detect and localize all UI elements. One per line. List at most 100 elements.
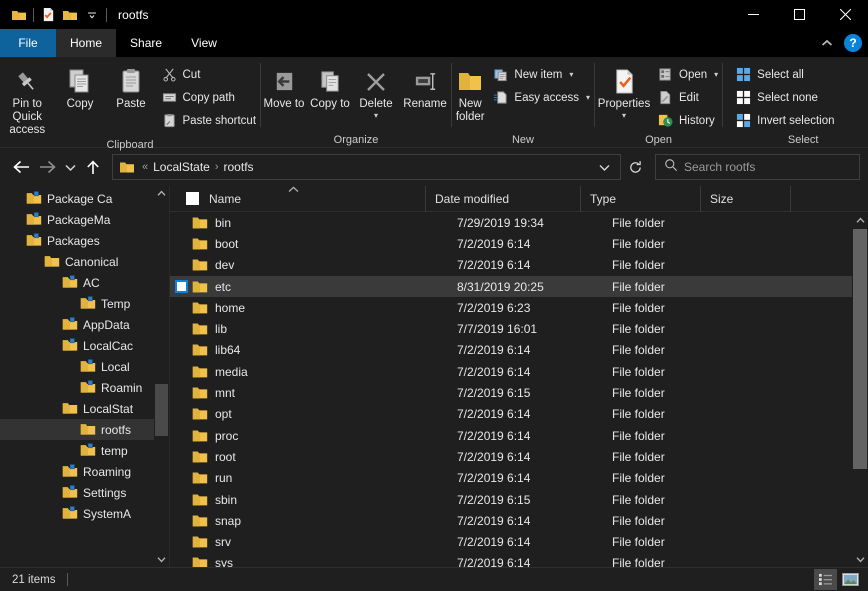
table-row[interactable]: media 7/2/2019 6:14 File folder — [170, 361, 852, 382]
pin-to-quick-access-button[interactable]: Pin to Quick access — [0, 61, 55, 137]
easy-access-caret-icon[interactable]: ▾ — [586, 93, 590, 102]
navigation-scrollbar[interactable] — [154, 186, 169, 567]
delete-caret-icon[interactable]: ▾ — [374, 112, 378, 120]
tree-item-appdata[interactable]: AppData — [0, 314, 169, 335]
back-button[interactable] — [8, 154, 34, 180]
select-none-button[interactable]: Select none — [731, 87, 838, 108]
tree-item-localcac[interactable]: LocalCac — [0, 335, 169, 356]
select-all-checkbox[interactable] — [186, 192, 199, 205]
open-button[interactable]: Open ▾ — [653, 64, 722, 85]
new-item-caret-icon[interactable]: ▾ — [569, 70, 573, 79]
properties-caret-icon[interactable]: ▾ — [622, 112, 626, 120]
tab-file[interactable]: File — [0, 29, 56, 57]
table-row[interactable]: bin 7/29/2019 19:34 File folder — [170, 212, 852, 233]
recent-locations-button[interactable] — [60, 154, 80, 180]
select-all-button[interactable]: Select all — [731, 64, 838, 85]
new-item-button[interactable]: New item ▾ — [488, 64, 594, 85]
properties-button[interactable]: Properties ▾ — [595, 61, 653, 120]
table-row[interactable]: lib 7/7/2019 16:01 File folder — [170, 318, 852, 339]
table-row[interactable]: dev 7/2/2019 6:14 File folder — [170, 255, 852, 276]
column-header-type[interactable]: Type — [581, 185, 701, 212]
column-header-name[interactable]: Name — [170, 185, 426, 212]
column-header-size[interactable]: Size — [701, 185, 791, 212]
breadcrumb-item-rootfs[interactable]: rootfs — [224, 160, 254, 174]
table-row[interactable]: snap 7/2/2019 6:14 File folder — [170, 510, 852, 531]
table-row[interactable]: run 7/2/2019 6:14 File folder — [170, 468, 852, 489]
file-list-scrollbar[interactable] — [852, 212, 868, 567]
tab-home[interactable]: Home — [56, 29, 117, 57]
copy-path-button[interactable]: Copy path — [157, 87, 261, 108]
column-header-date-modified[interactable]: Date modified — [426, 185, 581, 212]
copy-button[interactable]: Copy — [55, 61, 106, 111]
tree-item-package-ca[interactable]: Package Ca — [0, 188, 169, 209]
easy-access-button[interactable]: Easy access ▾ — [488, 87, 594, 108]
edit-button[interactable]: Edit — [653, 87, 722, 108]
tree-item-localstat[interactable]: LocalStat — [0, 398, 169, 419]
copy-to-button[interactable]: Copy to — [307, 61, 353, 111]
properties-icon[interactable] — [37, 4, 59, 26]
search-input[interactable]: Search rootfs — [684, 160, 755, 174]
rename-button[interactable]: Rename — [399, 61, 451, 111]
forward-button[interactable] — [34, 154, 60, 180]
folder-icon[interactable] — [8, 4, 30, 26]
table-row[interactable]: home 7/2/2019 6:23 File folder — [170, 297, 852, 318]
large-icons-view-button[interactable] — [839, 569, 862, 590]
list-scroll-down-icon[interactable] — [852, 551, 868, 567]
row-checkbox[interactable] — [170, 280, 192, 294]
tree-item-canonical[interactable]: Canonical — [0, 251, 169, 272]
up-button[interactable] — [80, 154, 106, 180]
table-row[interactable]: etc 8/31/2019 20:25 File folder — [170, 275, 852, 298]
breadcrumb-item-localstate[interactable]: LocalState — [153, 160, 210, 174]
tree-item-systema[interactable]: SystemA — [0, 503, 169, 524]
table-row[interactable]: sbin 7/2/2019 6:15 File folder — [170, 489, 852, 510]
cut-button[interactable]: Cut — [157, 64, 261, 85]
list-scroll-up-icon[interactable] — [852, 212, 868, 228]
details-view-button[interactable] — [814, 569, 837, 590]
table-row[interactable]: proc 7/2/2019 6:14 File folder — [170, 425, 852, 446]
chevron-up-icon[interactable] — [816, 32, 838, 54]
new-folder-icon[interactable] — [59, 4, 81, 26]
search-box[interactable]: Search rootfs — [655, 154, 860, 180]
paste-button[interactable]: Paste — [106, 61, 157, 111]
new-folder-button[interactable]: New folder — [452, 61, 488, 124]
table-row[interactable]: lib64 7/2/2019 6:14 File folder — [170, 340, 852, 361]
tab-view[interactable]: View — [176, 29, 232, 57]
help-button[interactable]: ? — [844, 34, 862, 52]
refresh-button[interactable] — [621, 154, 649, 180]
tree-item-roamin[interactable]: Roamin — [0, 377, 169, 398]
nav-scroll-up-icon[interactable] — [154, 186, 169, 201]
tree-item-packages[interactable]: Packages — [0, 230, 169, 251]
table-row[interactable]: mnt 7/2/2019 6:15 File folder — [170, 382, 852, 403]
table-row[interactable]: opt 7/2/2019 6:14 File folder — [170, 404, 852, 425]
delete-button[interactable]: Delete ▾ — [353, 61, 399, 120]
table-row[interactable]: sys 7/2/2019 6:14 File folder — [170, 553, 852, 567]
maximize-button[interactable] — [776, 0, 822, 29]
tree-item-temp[interactable]: Temp — [0, 293, 169, 314]
previous-locations-chevron-icon[interactable] — [592, 155, 616, 179]
tree-item-ac[interactable]: AC — [0, 272, 169, 293]
invert-selection-button[interactable]: Invert selection — [731, 110, 838, 131]
breadcrumb-overflow-icon[interactable]: « — [137, 161, 153, 173]
tree-item-roaming[interactable]: Roaming — [0, 461, 169, 482]
breadcrumb-bar[interactable]: « LocalState › rootfs — [112, 154, 621, 180]
breadcrumb-separator-icon[interactable]: › — [210, 161, 224, 173]
tree-item-rootfs[interactable]: rootfs — [0, 419, 169, 440]
minimize-button[interactable] — [730, 0, 776, 29]
customize-caret-icon[interactable] — [81, 4, 103, 26]
nav-scroll-thumb[interactable] — [155, 384, 168, 436]
list-scroll-thumb[interactable] — [853, 229, 867, 469]
tree-item-local[interactable]: Local — [0, 356, 169, 377]
tree-item-packagema[interactable]: PackageMa — [0, 209, 169, 230]
table-row[interactable]: root 7/2/2019 6:14 File folder — [170, 446, 852, 467]
open-caret-icon[interactable]: ▾ — [714, 70, 718, 79]
table-row[interactable]: boot 7/2/2019 6:14 File folder — [170, 233, 852, 254]
move-to-button[interactable]: Move to — [261, 61, 307, 111]
nav-scroll-down-icon[interactable] — [154, 552, 169, 567]
tab-share[interactable]: Share — [116, 29, 176, 57]
paste-shortcut-button[interactable]: Paste shortcut — [157, 110, 261, 131]
history-button[interactable]: History — [653, 110, 722, 131]
table-row[interactable]: srv 7/2/2019 6:14 File folder — [170, 531, 852, 552]
close-button[interactable] — [822, 0, 868, 29]
tree-item-temp[interactable]: temp — [0, 440, 169, 461]
tree-item-settings[interactable]: Settings — [0, 482, 169, 503]
